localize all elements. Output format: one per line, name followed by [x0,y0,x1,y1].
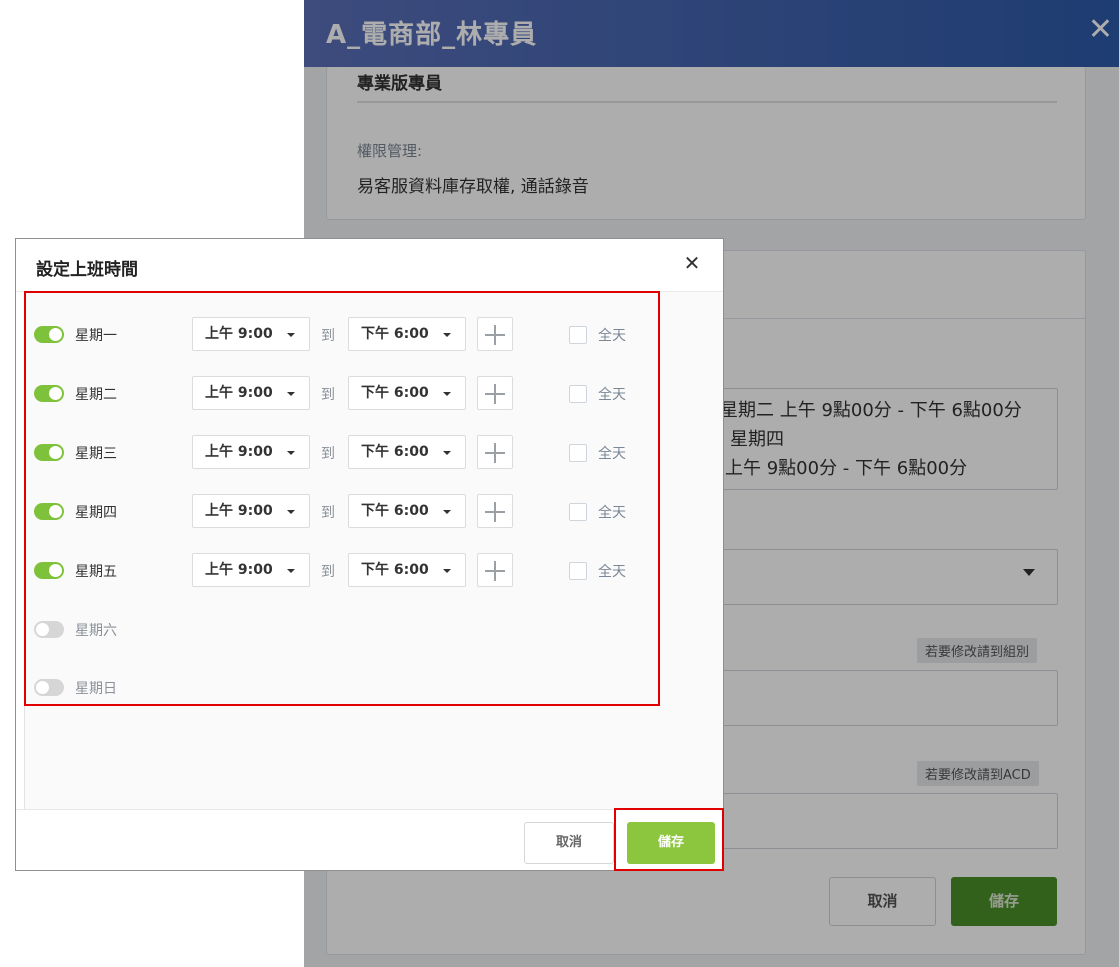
close-icon[interactable]: ✕ [680,251,704,275]
dialog-title: 設定上班時間 [36,260,138,280]
highlight-box [614,808,724,871]
highlight-box [24,291,660,706]
cancel-button[interactable]: 取消 [524,822,614,864]
